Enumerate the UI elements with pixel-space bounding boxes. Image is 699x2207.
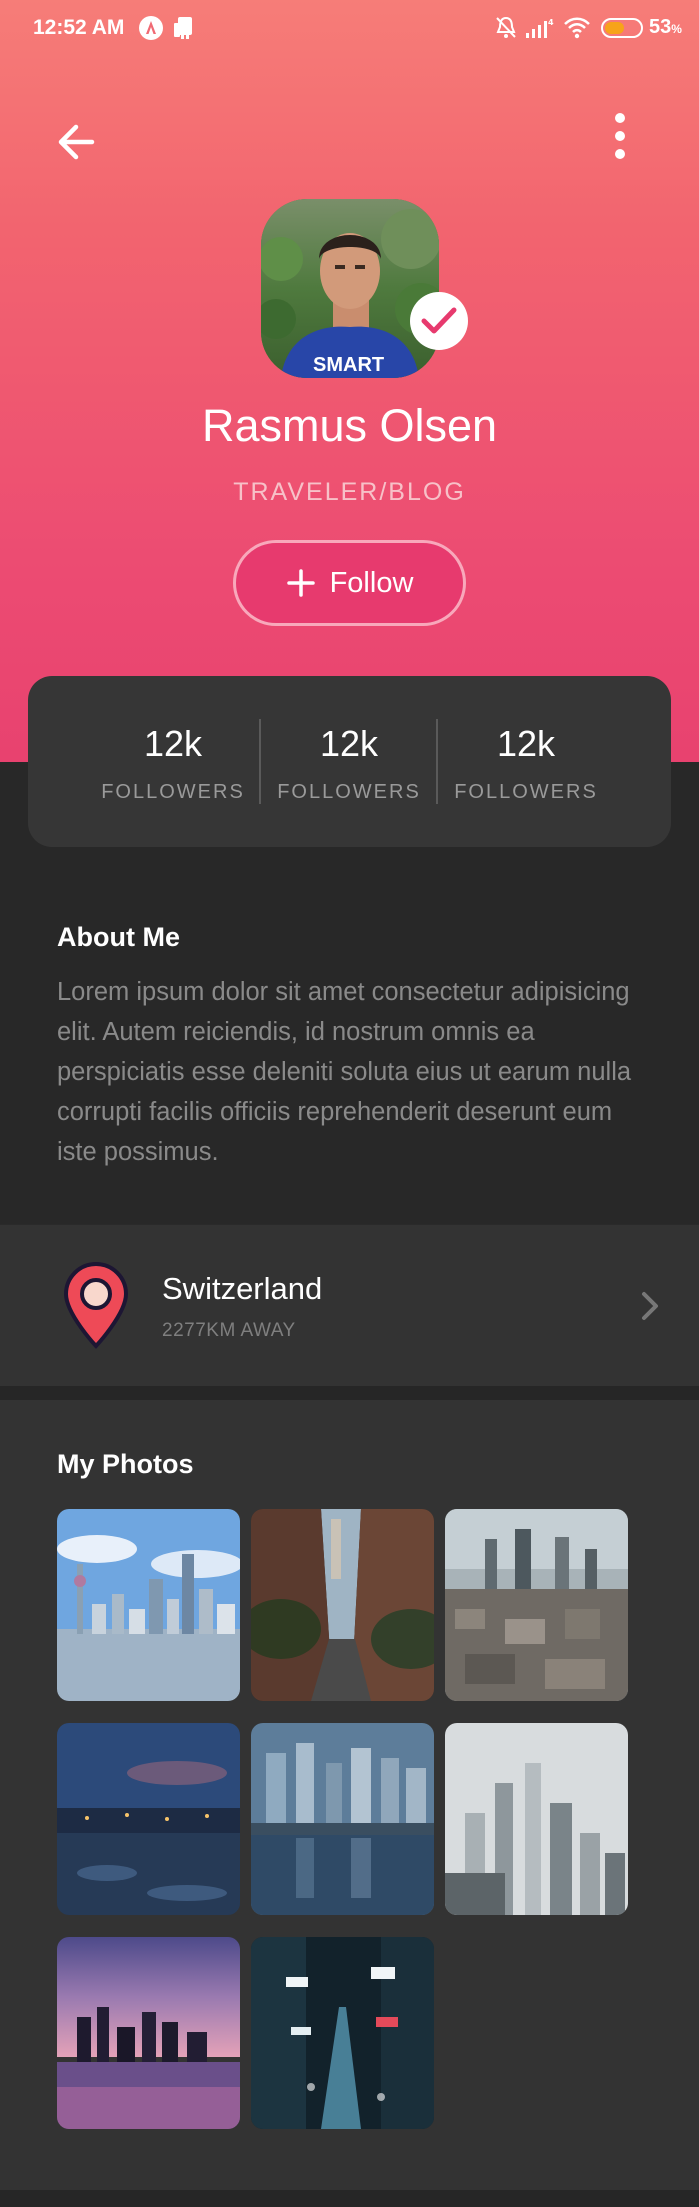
plus-icon — [286, 568, 316, 598]
photos-title: My Photos — [57, 1449, 194, 1479]
back-button[interactable] — [52, 118, 100, 166]
shanghai-skyline-photo[interactable] — [57, 1509, 240, 1701]
stat-label: FOLLOWERS — [101, 781, 245, 803]
about-text: Lorem ipsum dolor sit amet consectetur a… — [57, 978, 632, 1166]
battery-level: 53% — [649, 16, 682, 38]
about-title: About Me — [57, 922, 180, 952]
avatar: SMART — [261, 199, 439, 378]
section-divider — [0, 1386, 699, 1400]
city-street-photo[interactable] — [251, 1509, 434, 1701]
foggy-city-photo[interactable] — [445, 1723, 628, 1915]
stat-item[interactable]: 12k FOLLOWERS — [85, 676, 261, 847]
stat-value: 12k — [319, 723, 379, 764]
battery-icon — [601, 18, 643, 38]
svg-text:4G: 4G — [548, 18, 554, 27]
neon-street-photo[interactable] — [251, 1937, 434, 2129]
aerial-city-photo[interactable] — [445, 1509, 628, 1701]
follow-button[interactable]: Follow — [233, 540, 466, 626]
signal-icon: 4G — [524, 15, 560, 47]
more-vertical-icon — [615, 113, 625, 159]
stat-item[interactable]: 12k FOLLOWERS — [261, 676, 437, 847]
stats-card: 12k FOLLOWERS 12k FOLLOWERS 12k FOLLOWER… — [28, 676, 671, 847]
follow-button-label: Follow — [329, 566, 414, 599]
location-distance: 2277KM AWAY — [162, 1320, 296, 1341]
status-time: 12:52 AM — [33, 16, 125, 39]
stat-value: 12k — [143, 723, 203, 764]
night-city-photo[interactable] — [57, 1723, 240, 1915]
map-pin-icon — [62, 1262, 130, 1350]
stat-label: FOLLOWERS — [454, 781, 598, 803]
svg-text:SMART: SMART — [313, 354, 384, 376]
location-name: Switzerland — [162, 1271, 323, 1306]
profile-header-background — [0, 0, 699, 762]
waterfront-city-photo[interactable] — [251, 1723, 434, 1915]
mute-notifications-icon — [494, 15, 518, 47]
check-icon — [421, 307, 457, 334]
profile-subtitle: TRAVELER/BLOG — [233, 478, 466, 506]
profile-name: Rasmus Olsen — [201, 400, 498, 451]
status-bar: 12:52 AM 4G 53% — [0, 0, 699, 56]
sunset-skyline-photo[interactable] — [57, 1937, 240, 2129]
sim-icon — [172, 15, 196, 47]
wifi-icon — [562, 15, 592, 47]
stat-label: FOLLOWERS — [277, 781, 421, 803]
verified-badge — [410, 292, 468, 350]
bottom-divider — [0, 2190, 699, 2207]
app-notification-icon — [138, 15, 164, 47]
stat-item[interactable]: 12k FOLLOWERS — [438, 676, 614, 847]
stat-value: 12k — [496, 723, 556, 764]
arrow-left-icon — [58, 124, 95, 160]
more-options-button[interactable] — [604, 110, 636, 162]
chevron-right-icon — [640, 1290, 660, 1322]
